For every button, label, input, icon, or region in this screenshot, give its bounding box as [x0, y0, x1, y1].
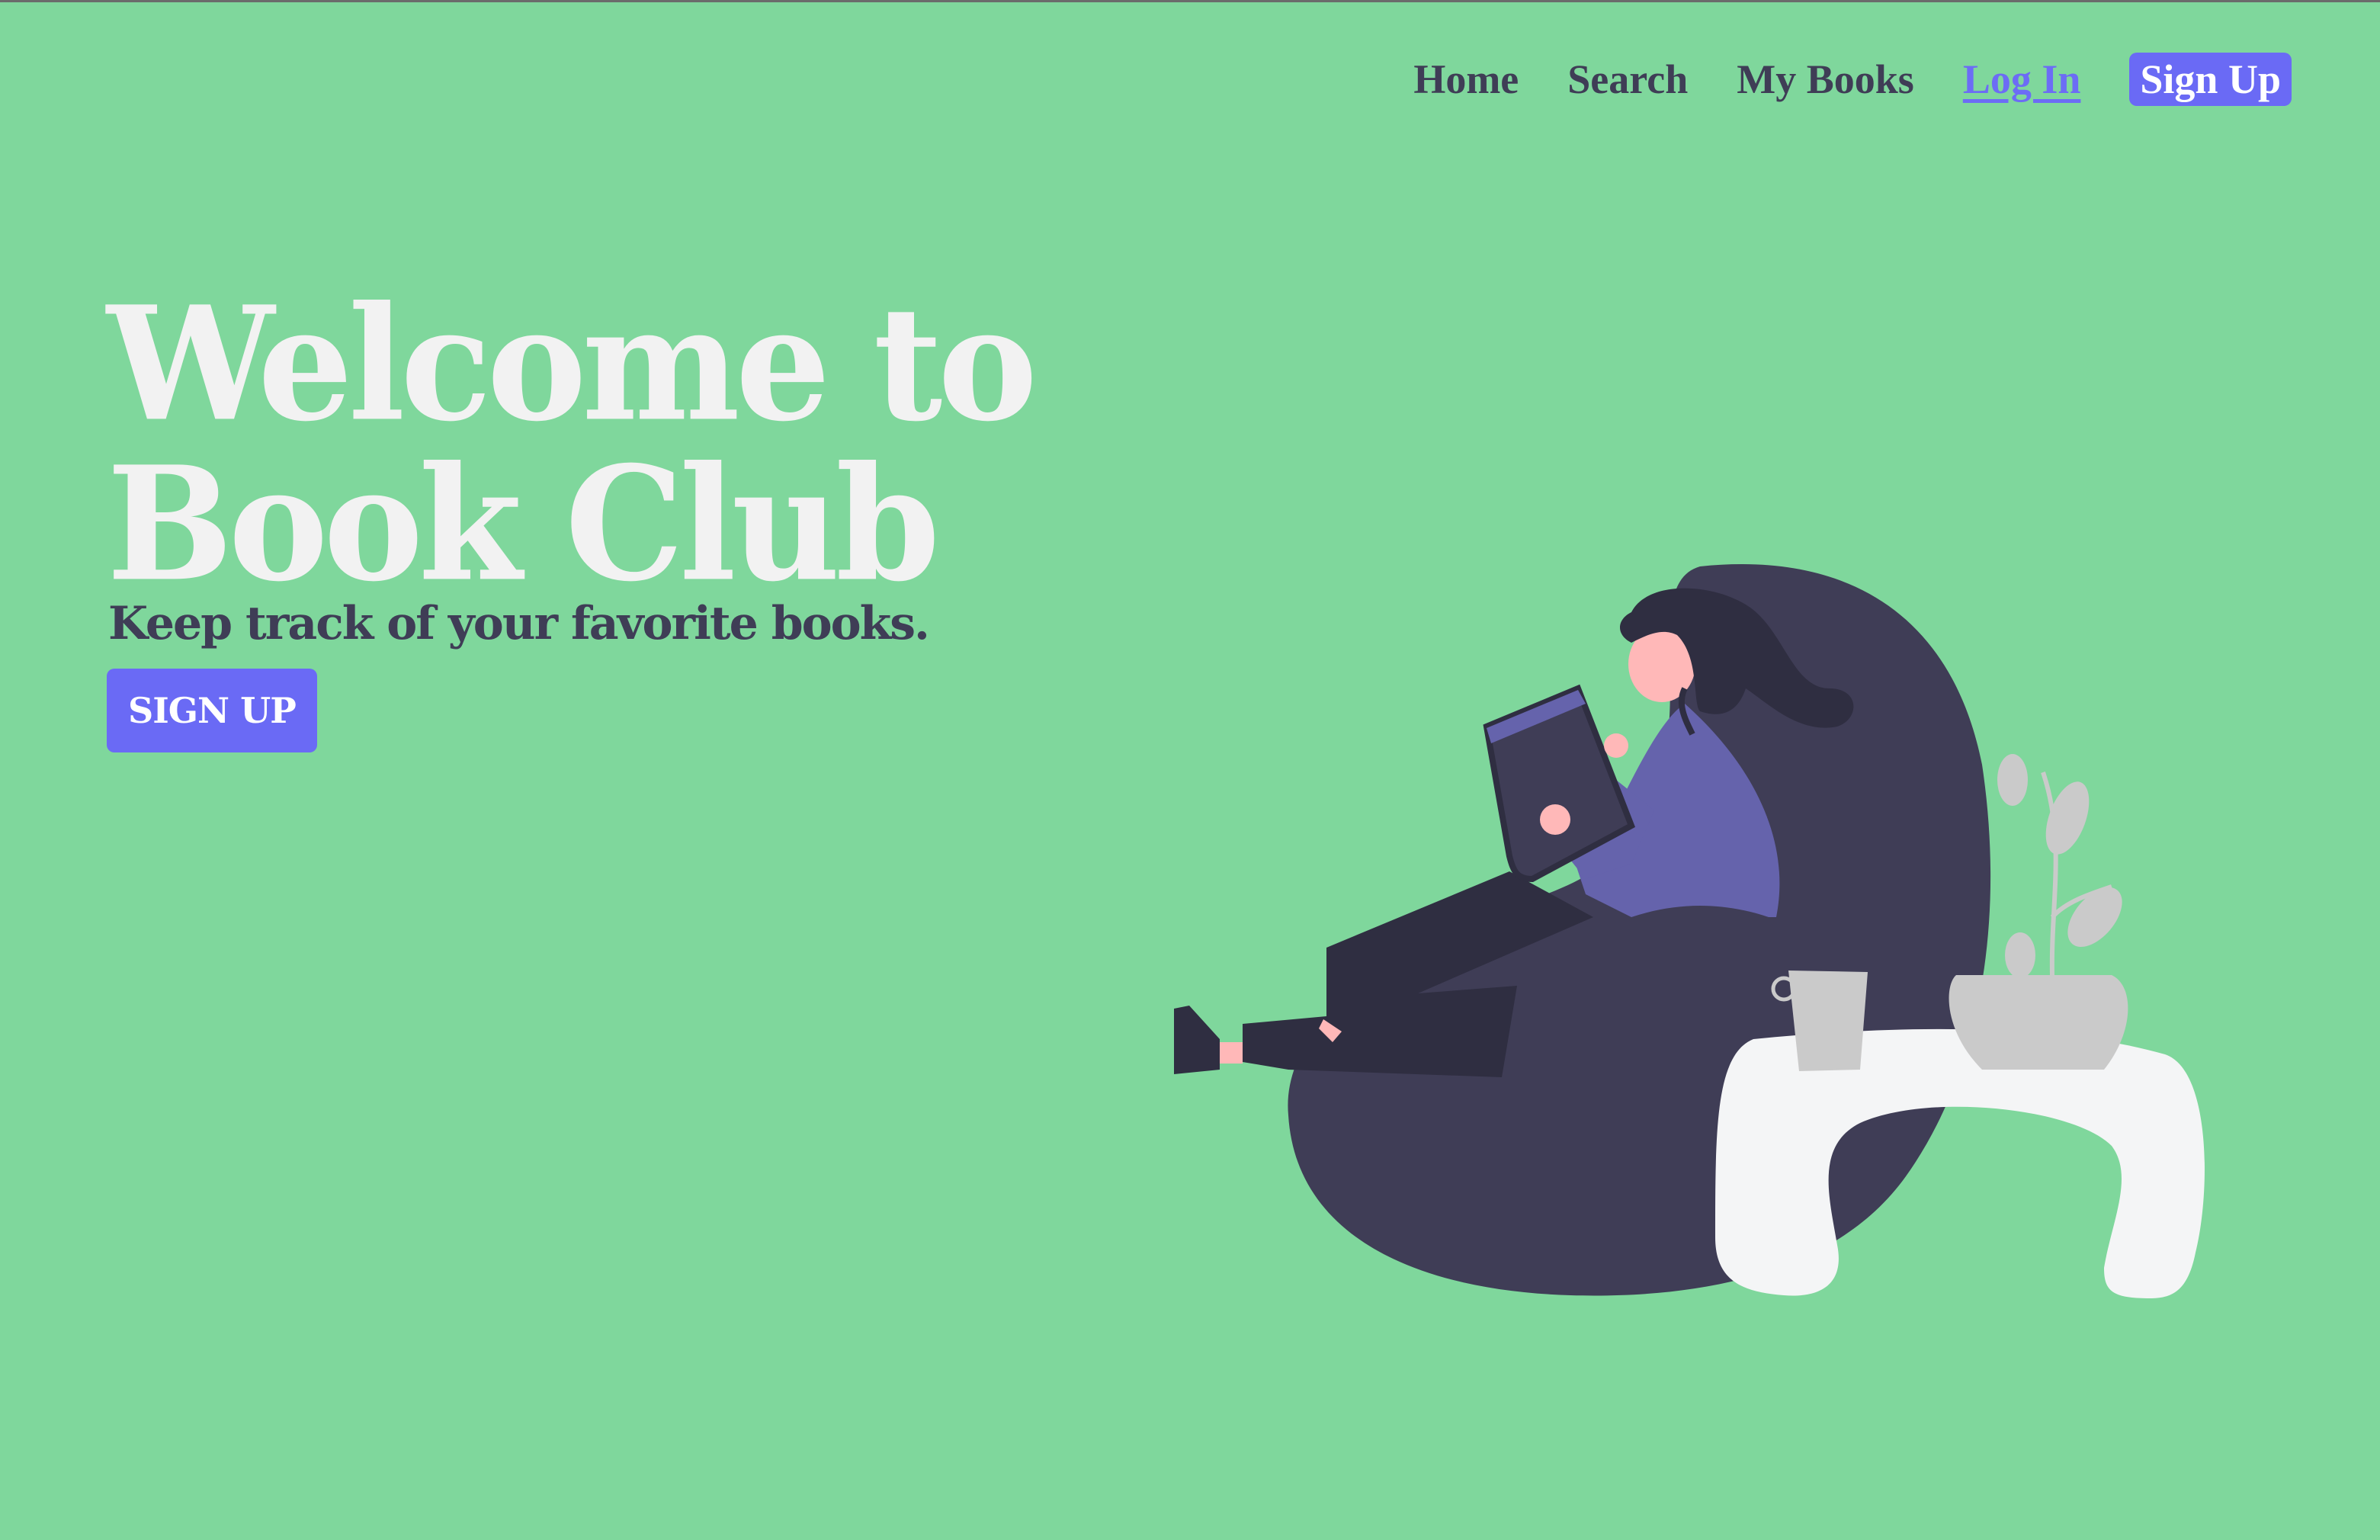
page-title: Welcome to Book Club [107, 272, 1038, 617]
side-table-shape [1715, 1028, 2205, 1298]
woman-reading-illustration [1174, 564, 2205, 1298]
signup-cta-button[interactable]: SIGN UP [107, 669, 317, 752]
top-nav: Home Search My Books Log In Sign Up [1413, 53, 2292, 106]
nav-my-books-link[interactable]: My Books [1737, 56, 1914, 103]
hero-section: Welcome to Book Club Keep track of your … [107, 284, 1098, 752]
nav-signup-button[interactable]: Sign Up [2129, 53, 2292, 106]
plant-pot-icon [1949, 975, 2128, 1070]
nav-home-link[interactable]: Home [1413, 56, 1519, 103]
nav-search-link[interactable]: Search [1567, 56, 1688, 103]
cup-icon [1788, 971, 1868, 1071]
nav-login-link[interactable]: Log In [1963, 56, 2081, 103]
